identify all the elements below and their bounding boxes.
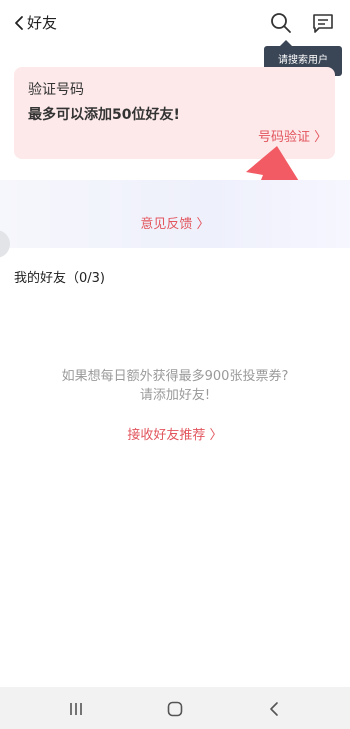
search-icon[interactable] [268,10,294,36]
phone-verify-link[interactable]: 号码验证 〉 [258,128,327,148]
empty-state-line1: 如果想每日额外获得最多900张投票券? [61,369,289,384]
recent-apps-icon[interactable] [66,699,86,719]
empty-state-line2: 请添加好友! [139,388,211,403]
recommend-friends-link[interactable]: 接收好友推荐 〉 [0,426,350,446]
my-friends-title: 我的好友（0/3) [14,271,105,286]
feedback-link[interactable]: 意见反馈 〉 [0,215,350,235]
page-title: 好友 [27,14,58,32]
verify-card-title: 验证号码 [28,82,84,98]
feedback-band [0,180,350,248]
verify-card-subtitle: 最多可以添加50位好友! [28,107,180,123]
message-icon[interactable] [310,10,336,36]
home-icon[interactable] [165,699,185,719]
back-icon[interactable] [264,699,284,719]
